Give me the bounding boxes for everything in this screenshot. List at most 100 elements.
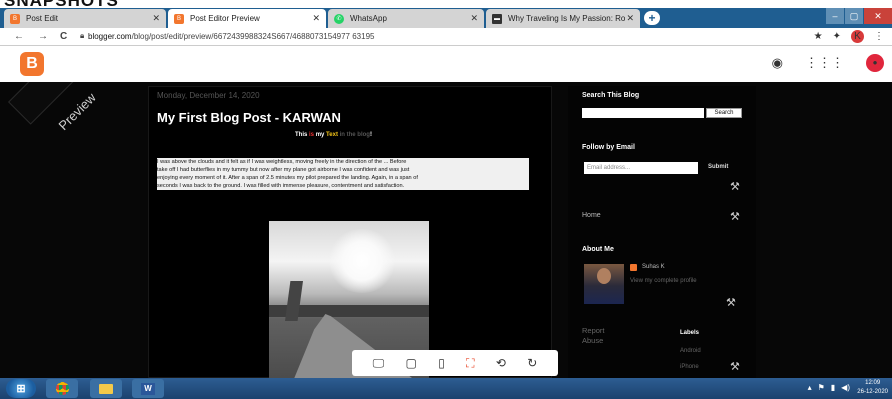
post-body: I was above the clouds and it felt as if…: [157, 158, 529, 190]
tab-travel-article[interactable]: ▬ Why Traveling Is My Passion: Ro ✕: [486, 9, 640, 28]
close-window-button[interactable]: ✕: [864, 8, 892, 24]
refresh-icon[interactable]: ↻: [527, 356, 537, 370]
tab-label: Post Editor Preview: [190, 14, 260, 23]
file-explorer-icon[interactable]: [90, 379, 122, 398]
tab-post-editor-preview[interactable]: B Post Editor Preview ✕: [168, 9, 326, 28]
label-link[interactable]: iPhone: [680, 364, 699, 370]
address-bar: ← → C 🔒︎ blogger.com/blog/post/edit/prev…: [0, 28, 892, 46]
flag-icon[interactable]: ⚑: [818, 383, 825, 392]
close-icon[interactable]: ✕: [470, 13, 478, 24]
caption-text: SNAPSHOTS: [4, 0, 119, 8]
address-bar-icons: ★ ✦ K ⋮: [814, 30, 884, 43]
device-preview-bar: 🖵︎ ▢ ▯ ⛶ ⟲ ↻: [352, 350, 558, 376]
post-date: Monday, December 14, 2020: [157, 91, 260, 100]
submit-button[interactable]: Submit: [708, 164, 728, 170]
blogger-icon: B: [174, 13, 184, 24]
preview-ribbon-label: Preview: [55, 89, 99, 134]
forward-button[interactable]: →: [38, 31, 48, 42]
windows-taskbar: ⊞ W ▴ ⚑ ▮ ◀︎) 12:09 26-12-2020: [0, 378, 892, 399]
close-icon[interactable]: ✕: [626, 13, 634, 24]
blogger-icon: B: [10, 13, 20, 24]
snapshot-caption: SNAPSHOTS: [0, 0, 892, 8]
bookmark-star-icon[interactable]: ★: [814, 31, 823, 42]
new-tab-button[interactable]: +: [644, 11, 660, 25]
tray-arrow-icon[interactable]: ▴: [808, 383, 812, 392]
taskbar-clock[interactable]: 12:09 26-12-2020: [857, 379, 888, 397]
phone-icon[interactable]: ▯: [438, 356, 445, 370]
blogger-toolbar-right: ◉ ⋮⋮⋮ •: [772, 54, 884, 72]
blog-sidebar: Search This Blog Search Follow by Email …: [568, 86, 756, 378]
wrench-icon[interactable]: ⚒: [730, 210, 740, 223]
blog-post: Monday, December 14, 2020 My First Blog …: [148, 86, 552, 378]
subline-word: This: [295, 132, 308, 138]
clock-date: 26-12-2020: [857, 389, 888, 395]
tablet-icon[interactable]: ▢: [406, 356, 417, 370]
blogger-logo[interactable]: B: [20, 52, 44, 76]
whatsapp-icon: ✆: [334, 13, 344, 24]
preview-area: Preview Monday, December 14, 2020 My Fir…: [0, 82, 892, 378]
word-icon[interactable]: W: [132, 379, 164, 398]
close-icon[interactable]: ✕: [152, 13, 160, 24]
minimize-button[interactable]: –: [826, 8, 844, 24]
apps-grid-icon[interactable]: ⋮⋮⋮: [805, 55, 844, 71]
browser-tab-strip: B Post Edit ✕ B Post Editor Preview ✕ ✆ …: [0, 8, 892, 28]
url-host: blogger.com: [88, 32, 132, 41]
window-controls: – ▢ ✕: [825, 8, 892, 24]
back-button[interactable]: ←: [14, 31, 24, 42]
tab-label: Why Traveling Is My Passion: Ro: [508, 14, 626, 23]
view-eye-icon[interactable]: ◉: [772, 55, 783, 71]
post-title[interactable]: My First Blog Post - KARWAN: [157, 110, 341, 125]
about-heading: About Me: [582, 246, 614, 253]
labels-heading: Labels: [680, 330, 700, 336]
chrome-taskbar-icon[interactable]: [46, 379, 78, 398]
page-icon: ▬: [492, 13, 502, 24]
tab-label: Post Edit: [26, 14, 59, 23]
network-icon[interactable]: ▮: [831, 383, 835, 392]
author-avatar[interactable]: [584, 264, 624, 304]
start-button[interactable]: ⊞: [6, 379, 36, 398]
body-line: I was above the clouds and it felt as if…: [157, 158, 529, 166]
subline-word: Text: [326, 132, 338, 138]
photo-sun: [327, 229, 397, 293]
tab-post-edit[interactable]: B Post Edit ✕: [4, 9, 166, 28]
desktop-icon[interactable]: 🖵︎: [373, 356, 385, 371]
menu-dots-icon[interactable]: ⋮: [874, 31, 884, 42]
account-avatar[interactable]: •: [866, 54, 884, 72]
profile-link[interactable]: View my complete profile: [630, 278, 697, 284]
url-field[interactable]: blogger.com/blog/post/edit/preview/66724…: [88, 32, 374, 41]
fit-icon[interactable]: ⛶: [466, 356, 474, 371]
search-input[interactable]: [582, 108, 704, 118]
extension-icon[interactable]: ✦: [833, 31, 841, 42]
url-path: /blog/post/edit/preview/6672439988324S66…: [131, 32, 375, 41]
search-heading: Search This Blog: [582, 92, 640, 99]
body-line: seconds I was back to the ground. I was …: [157, 182, 529, 190]
search-button[interactable]: Search: [706, 108, 742, 118]
report-abuse-link[interactable]: Report Abuse: [582, 326, 622, 346]
follow-heading: Follow by Email: [582, 144, 635, 151]
lock-icon: 🔒︎: [80, 31, 85, 40]
volume-icon[interactable]: ◀︎): [841, 383, 850, 392]
subline-word: my: [315, 132, 325, 138]
rotate-icon[interactable]: ⟲: [496, 356, 506, 370]
wrench-icon[interactable]: ⚒: [730, 360, 740, 373]
wrench-icon[interactable]: ⚒: [726, 296, 736, 309]
close-icon[interactable]: ✕: [312, 13, 320, 24]
tab-label: WhatsApp: [350, 14, 387, 23]
system-tray: ▴ ⚑ ▮ ◀︎): [808, 383, 850, 392]
body-line: enjoying every moment of it. After a spa…: [157, 174, 529, 182]
home-link[interactable]: Home: [582, 212, 601, 219]
profile-avatar[interactable]: K: [851, 30, 864, 43]
post-subline: This is my Text in the blog!: [295, 132, 372, 138]
blogger-toolbar: B ◉ ⋮⋮⋮ •: [0, 46, 892, 82]
tab-whatsapp[interactable]: ✆ WhatsApp ✕: [328, 9, 484, 28]
label-link[interactable]: Android: [680, 348, 701, 354]
wrench-icon[interactable]: ⚒: [730, 180, 740, 193]
email-field[interactable]: Email address...: [584, 162, 698, 174]
subline-word: is: [309, 132, 315, 138]
subline-word: !: [369, 132, 372, 138]
subline-word: in the blog: [339, 132, 370, 138]
clock-time: 12:09: [865, 380, 881, 386]
author-name[interactable]: Suhas K: [642, 264, 665, 270]
reload-button[interactable]: C: [60, 31, 67, 42]
maximize-button[interactable]: ▢: [845, 8, 863, 24]
